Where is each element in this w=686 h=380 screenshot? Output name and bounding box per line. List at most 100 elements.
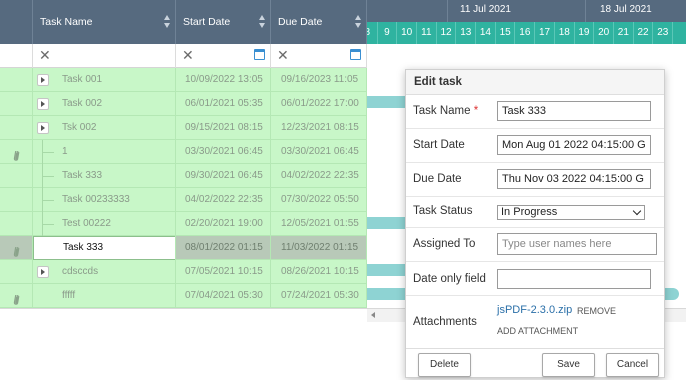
column-header-due-date[interactable]: Due Date [271,0,367,44]
task-name-cell[interactable]: Task 002 [33,92,176,116]
assigned-to-input[interactable]: Type user names here [497,233,657,255]
due-date-cell[interactable]: 12/05/2021 01:55 [271,212,367,236]
due-date-input[interactable]: Thu Nov 03 2022 04:15:00 G [497,169,651,189]
task-name-input[interactable]: Task 333 [497,101,651,121]
date-only-input[interactable] [497,269,651,289]
table-row[interactable]: Tsk 002 09/15/2021 08:15 12/23/2021 08:15 [0,116,367,140]
table-row[interactable]: 1 03/30/2021 06:45 03/30/2021 06:45 [0,140,367,164]
remove-attachment-button[interactable]: REMOVE [577,306,616,316]
add-attachment-button[interactable]: ADD ATTACHMENT [497,326,578,336]
delete-button[interactable]: Delete [418,353,471,377]
tree-connector [42,224,54,225]
table-row[interactable]: Test 00222 02/20/2021 19:00 12/05/2021 01:… [0,212,367,236]
due-date-cell[interactable]: 06/01/2022 17:00 [271,92,367,116]
table-row[interactable]: cdsccds 07/05/2021 10:15 08/26/2021 10:15 [0,260,367,284]
date-only-label: Date only field [413,273,486,285]
save-button[interactable]: Save [542,353,595,377]
table-row[interactable]: Task 00233333 04/02/2022 22:35 07/30/2022 … [0,188,367,212]
start-date-cell[interactable]: 04/02/2022 22:35 [176,188,271,212]
day-label: 22 [634,22,654,44]
expand-icon[interactable] [37,122,49,134]
task-bar[interactable] [367,264,407,276]
start-date-cell[interactable]: 09/15/2021 08:15 [176,116,271,140]
day-label: 18 [555,22,575,44]
task-name-inline-editor[interactable]: Task 333 [33,236,175,260]
task-name-text: Test 00222 [62,218,111,229]
attachment-file-link[interactable]: jsPDF-2.3.0.zip [497,304,572,316]
table-row[interactable]: Task 333 09/30/2021 06:45 04/02/2022 22:35 [0,164,367,188]
task-name-cell[interactable]: cdsccds [33,260,176,284]
calendar-icon[interactable] [254,49,265,60]
due-date-cell[interactable]: 07/30/2022 05:50 [271,188,367,212]
task-name-cell[interactable]: Task 001 [33,68,176,92]
start-date-input[interactable]: Mon Aug 01 2022 04:15:00 G [497,135,651,155]
due-date-cell[interactable]: 11/03/2022 01:15 [271,236,367,260]
expand-icon[interactable] [37,74,49,86]
sort-icon[interactable] [164,15,170,29]
table-row[interactable]: Task 333 08/01/2022 01:15 11/03/2022 01:15 [0,236,367,260]
expand-icon[interactable] [37,266,49,278]
column-header-label: Start Date [183,16,231,28]
start-date-cell[interactable]: 08/01/2022 01:15 [176,236,271,260]
task-name-cell[interactable]: 1 [33,140,176,164]
calendar-icon[interactable] [350,49,361,60]
task-status-select[interactable]: In Progress [497,205,645,220]
filter-cell-start-date[interactable]: ✕ [176,44,271,68]
due-date-cell[interactable]: 12/23/2021 08:15 [271,116,367,140]
filter-cell-task-name[interactable]: ✕ [33,44,176,68]
edit-task-dialog: Edit task Task Name * Task 333 Start Dat… [405,69,665,378]
clear-filter-icon[interactable]: ✕ [277,48,289,62]
start-date-cell[interactable]: 02/20/2021 19:00 [176,212,271,236]
task-name-text: Task 00233333 [62,194,130,205]
task-name-cell[interactable]: Task 333 [33,236,176,260]
scroll-left-icon[interactable] [371,312,375,318]
expand-icon[interactable] [37,98,49,110]
table-row[interactable]: Task 002 06/01/2021 05:35 06/01/2022 17:00 [0,92,367,116]
tree-connector [42,152,54,153]
task-name-cell[interactable]: Tsk 002 [33,116,176,140]
table-row[interactable]: Task 001 10/09/2022 13:05 09/16/2023 11:05 [0,68,367,92]
day-label: 12 [437,22,457,44]
task-name-cell[interactable]: Task 333 [33,164,176,188]
start-date-label: Start Date [413,139,465,151]
task-name-cell[interactable]: fffff [33,284,176,308]
column-header-label: Task Name [40,16,93,28]
paperclip-icon [11,147,22,161]
task-status-label: Task Status [413,205,473,217]
start-date-cell[interactable]: 03/30/2021 06:45 [176,140,271,164]
due-date-cell[interactable]: 07/24/2021 05:30 [271,284,367,308]
start-date-cell[interactable]: 07/05/2021 10:15 [176,260,271,284]
due-date-cell[interactable]: 03/30/2021 06:45 [271,140,367,164]
clear-filter-icon[interactable]: ✕ [182,48,194,62]
task-name-cell[interactable]: Task 00233333 [33,188,176,212]
start-date-cell[interactable]: 10/09/2022 13:05 [176,68,271,92]
task-bar[interactable] [367,96,407,108]
attachment-cell [0,284,33,308]
start-date-cell[interactable]: 09/30/2021 06:45 [176,164,271,188]
start-date-cell[interactable]: 06/01/2021 05:35 [176,92,271,116]
task-name-text: Task 002 [62,98,103,109]
task-bar[interactable] [367,217,407,229]
sort-icon[interactable] [355,15,361,29]
week-divider [447,0,448,22]
filter-cell-due-date[interactable]: ✕ [271,44,367,68]
task-name-text: fffff [62,290,76,301]
attachments-label: Attachments [413,316,477,328]
due-date-cell[interactable]: 08/26/2021 10:15 [271,260,367,284]
attachment-cell [0,116,33,140]
clear-filter-icon[interactable]: ✕ [39,48,51,62]
start-date-cell[interactable]: 07/04/2021 05:30 [176,284,271,308]
task-name-label: Task Name * [413,105,479,117]
sort-icon[interactable] [259,15,265,29]
due-date-cell[interactable]: 09/16/2023 11:05 [271,68,367,92]
task-name-cell[interactable]: Test 00222 [33,212,176,236]
attachment-cell [0,164,33,188]
attachment-cell [0,140,33,164]
cancel-button[interactable]: Cancel [606,353,659,377]
column-header-label: Due Date [278,16,323,28]
due-date-cell[interactable]: 04/02/2022 22:35 [271,164,367,188]
table-row[interactable]: fffff 07/04/2021 05:30 07/24/2021 05:30 [0,284,367,308]
column-header-task-name[interactable]: Task Name [33,0,176,44]
task-grid: Task Name Start Date Due Date ✕ ✕ ✕ Task… [0,0,367,322]
column-header-start-date[interactable]: Start Date [176,0,271,44]
